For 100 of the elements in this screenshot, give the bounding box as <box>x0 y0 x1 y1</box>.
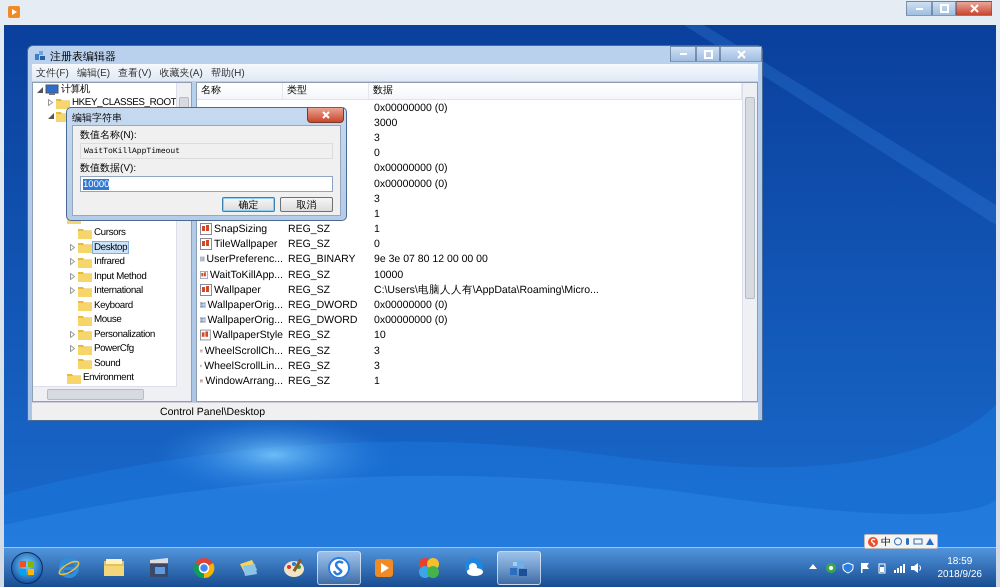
value-data: 3 <box>374 344 380 357</box>
value-data: 0x00000000 (0) <box>374 178 448 190</box>
value-type: REG_SZ <box>288 329 330 342</box>
value-name-field[interactable]: WaitToKillAppTimeout <box>80 143 333 159</box>
ok-button[interactable]: 确定 <box>222 197 275 212</box>
window-title: 注册表编辑器 <box>50 50 116 64</box>
tree-item[interactable]: Mouse <box>93 314 122 326</box>
value-name[interactable]: Wallpaper <box>214 284 261 296</box>
string-value-icon <box>200 223 212 236</box>
value-type: REG_DWORD <box>288 299 358 312</box>
value-data: C:\Users\电脑人人有\AppData\Roaming\Micro... <box>374 284 599 296</box>
ime-toolbar[interactable]: 中 <box>864 534 938 549</box>
column-header[interactable]: 名称 <box>197 83 283 99</box>
regedit-icon <box>34 49 46 61</box>
player-app-icon <box>8 6 20 18</box>
value-data: 3000 <box>374 116 398 129</box>
value-name[interactable]: WheelScrollCh... <box>204 344 283 357</box>
folder-icon <box>78 328 92 340</box>
value-data: 9e 3e 07 80 12 00 00 00 <box>374 253 488 266</box>
clock-time[interactable]: 18:59 <box>947 554 972 568</box>
cancel-button[interactable]: 取消 <box>280 197 333 212</box>
scrollbar[interactable] <box>33 386 177 401</box>
string-value-icon <box>200 238 212 250</box>
close-icon <box>970 4 978 13</box>
value-data: 3 <box>374 132 380 144</box>
menu-item[interactable]: 编辑(E) <box>76 66 110 80</box>
taskbar-button[interactable] <box>317 550 361 584</box>
folder-icon <box>78 226 92 239</box>
clock-date[interactable]: 2018/9/26 <box>938 568 982 580</box>
tree-item[interactable]: Infrared <box>93 256 126 268</box>
value-data: 0x00000000 (0) <box>374 314 448 326</box>
folder-icon <box>78 270 92 282</box>
value-name[interactable]: WallpaperOrig... <box>208 299 283 312</box>
tree-item[interactable]: Keyboard <box>93 300 134 311</box>
tree-item[interactable]: Environment <box>82 372 135 384</box>
close-button[interactable] <box>720 46 762 62</box>
taskbar-button[interactable] <box>497 550 541 584</box>
value-data-field[interactable]: 10000 <box>80 176 333 192</box>
value-type: REG_DWORD <box>288 314 358 326</box>
close-button[interactable] <box>956 1 992 16</box>
minimize-button[interactable] <box>670 46 696 62</box>
maximize-button[interactable] <box>932 1 956 16</box>
close-button[interactable] <box>307 108 344 123</box>
tree-item[interactable]: HKEY_CLASSES_ROOT <box>71 97 176 108</box>
value-type: REG_SZ <box>288 374 330 387</box>
value-type: REG_BINARY <box>288 253 356 266</box>
minimize-button[interactable] <box>906 1 932 16</box>
value-name[interactable]: TileWallpaper <box>214 238 278 250</box>
tree-item[interactable]: Personalization <box>93 328 156 340</box>
value-name[interactable]: WindowArrang... <box>205 374 283 387</box>
value-data: 3 <box>374 360 380 372</box>
value-name[interactable]: SnapSizing <box>214 223 268 236</box>
string-value-icon <box>200 329 211 342</box>
folder-icon <box>78 256 92 268</box>
tree-item[interactable]: Cursors <box>93 227 126 238</box>
value-data: 0 <box>374 147 380 160</box>
value-data: 10000 <box>374 268 404 281</box>
menu-item[interactable]: 收藏夹(A) <box>159 66 203 80</box>
menu-item[interactable]: 帮助(H) <box>210 66 245 80</box>
menu-item[interactable]: 查看(V) <box>118 66 152 80</box>
tree-item[interactable]: 计算机 <box>60 84 91 95</box>
tree-item[interactable]: Input Method <box>93 270 148 282</box>
tree-item[interactable]: PowerCfg <box>93 343 135 354</box>
value-data: 3 <box>374 192 380 205</box>
palette-icon <box>282 556 306 580</box>
value-type: REG_SZ <box>288 223 330 236</box>
dialog-title: 编辑字符串 <box>72 112 123 125</box>
value-name[interactable]: WallpaperStyle <box>212 329 283 342</box>
value-type: REG_SZ <box>288 268 330 281</box>
value-type: REG_SZ <box>288 284 330 296</box>
computer-icon <box>45 84 59 96</box>
ime-mode[interactable]: 中 <box>881 534 891 548</box>
folder-icon <box>67 372 81 384</box>
maximize-icon <box>704 50 712 58</box>
speaker-icon <box>910 562 922 574</box>
battery-icon <box>876 562 888 574</box>
value-type: REG_SZ <box>288 360 330 372</box>
folder-icon <box>56 96 70 108</box>
value-name[interactable]: UserPreferenc... <box>206 253 283 266</box>
menu-item[interactable]: 文件(F) <box>36 66 69 80</box>
value-name[interactable]: WallpaperOrig... <box>208 314 283 326</box>
maximize-button[interactable] <box>696 46 720 62</box>
maximize-icon <box>940 4 948 13</box>
folder-icon <box>78 314 92 326</box>
value-data: 10 <box>374 329 386 342</box>
clapperboard-icon <box>147 556 171 580</box>
value-data: 1 <box>374 223 380 236</box>
tree-item[interactable]: Sound <box>93 358 122 369</box>
column-header[interactable]: 类型 <box>283 83 369 99</box>
status-bar-path: Control Panel\Desktop <box>160 406 266 418</box>
string-value-icon <box>200 284 212 296</box>
scrollbar[interactable] <box>742 83 757 401</box>
minimize-icon <box>680 53 686 55</box>
tree-item[interactable]: International <box>93 285 144 296</box>
value-name[interactable]: WaitToKillApp... <box>210 268 283 281</box>
value-type: REG_SZ <box>288 238 330 250</box>
tree-item[interactable]: Desktop <box>93 242 128 253</box>
value-type: REG_SZ <box>288 344 330 357</box>
value-name[interactable]: WheelScrollLin... <box>204 360 283 372</box>
ime-tools-icon <box>894 537 934 546</box>
